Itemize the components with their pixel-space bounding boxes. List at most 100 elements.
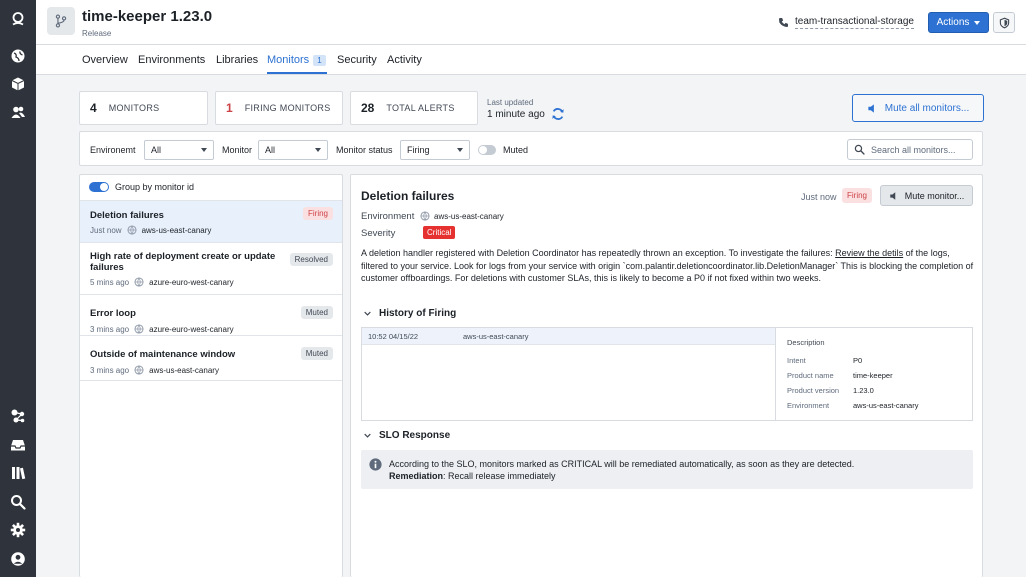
globe-icon xyxy=(134,365,144,375)
environment-select[interactable]: All xyxy=(144,140,214,160)
caret-down-icon xyxy=(201,148,207,152)
globe-icon xyxy=(134,277,144,287)
globe-icon[interactable] xyxy=(8,46,28,66)
gear-icon[interactable] xyxy=(8,520,28,540)
field-value-product-name: time-keeper xyxy=(853,371,893,380)
mute-all-label: Mute all monitors... xyxy=(884,102,970,114)
monitor-env: aws-us-east-canary xyxy=(149,365,219,375)
tab-activity[interactable]: Activity xyxy=(387,54,422,66)
monitor-meta: 3 mins ago azure-euro-west-canary xyxy=(90,324,234,334)
detail-time: Just now xyxy=(801,192,837,202)
tab-libraries[interactable]: Libraries xyxy=(216,54,258,66)
slo-header[interactable]: SLO Response xyxy=(363,430,450,441)
search-box[interactable] xyxy=(847,139,973,160)
history-table: 10:52 04/15/22 aws-us-east-canary Descri… xyxy=(361,327,973,421)
list-item[interactable]: Deletion failures Firing Just now aws-us… xyxy=(80,200,342,242)
list-item[interactable]: Outside of maintenance window Muted 3 mi… xyxy=(80,335,342,381)
mute-monitor-button[interactable]: Mute monitor... xyxy=(880,185,973,206)
refresh-icon[interactable] xyxy=(551,107,565,121)
monitor-time: 3 mins ago xyxy=(90,365,130,375)
caret-down-icon xyxy=(315,148,321,152)
stat-monitors: 4 MONITORS xyxy=(79,91,208,125)
people-icon[interactable] xyxy=(8,102,28,122)
field-value-environment: aws-us-east-canary xyxy=(853,401,919,410)
status-badge: Muted xyxy=(300,306,333,319)
history-time: 10:52 04/15/22 xyxy=(368,332,419,341)
list-item[interactable]: High rate of deployment create or update… xyxy=(80,242,342,294)
tab-bar: Overview Environments Libraries Monitors… xyxy=(36,45,1026,75)
stat-alerts-label: TOTAL ALERTS xyxy=(386,103,455,113)
tab-security[interactable]: Security xyxy=(337,54,377,66)
stat-firing-label: FIRING MONITORS xyxy=(244,103,331,113)
monitor-env: azure-euro-west-canary xyxy=(149,277,234,287)
monitor-time: 3 mins ago xyxy=(90,324,130,334)
monitor-meta: 5 mins ago azure-euro-west-canary xyxy=(90,277,234,287)
monitor-select-value: All xyxy=(265,145,276,155)
graph-icon[interactable] xyxy=(8,406,28,426)
monitor-detail: Deletion failures Just now Firing Mute m… xyxy=(350,174,983,577)
caret-down-icon xyxy=(457,148,463,152)
phone-icon xyxy=(779,18,788,27)
shield-button[interactable] xyxy=(993,12,1015,33)
globe-icon xyxy=(420,211,430,221)
muted-toggle-label: Muted xyxy=(503,145,529,155)
status-badge: Resolved xyxy=(289,253,333,266)
slo-title: SLO Response xyxy=(379,430,451,441)
environment-value-text: aws-us-east-canary xyxy=(434,211,504,221)
filter-bar: Environemt All Monitor All Monitor statu… xyxy=(79,131,983,166)
monitor-env: aws-us-east-canary xyxy=(141,225,212,235)
field-value-product-version: 1.23.0 xyxy=(853,386,874,395)
history-header[interactable]: History of Firing xyxy=(363,308,456,319)
toggle-knob xyxy=(100,183,108,191)
remediation-label: Remediation xyxy=(389,471,444,481)
tab-overview[interactable]: Overview xyxy=(82,54,128,66)
toggle-knob xyxy=(479,146,487,154)
review-details-link[interactable]: Review the detils xyxy=(835,248,903,258)
monitor-select[interactable]: All xyxy=(258,140,328,160)
globe-icon xyxy=(134,324,144,334)
page-subtitle: Release xyxy=(82,29,112,38)
status-filter-label: Monitor status xyxy=(336,145,393,155)
search-icon[interactable] xyxy=(8,492,28,512)
tab-environments[interactable]: Environments xyxy=(138,54,205,66)
left-nav-rail xyxy=(0,0,36,577)
speaker-icon xyxy=(868,103,874,113)
monitor-meta: 3 mins ago aws-us-east-canary xyxy=(90,365,219,375)
logo-icon[interactable] xyxy=(8,9,28,29)
monitor-time: Just now xyxy=(90,225,122,235)
tab-monitors[interactable]: Monitors 1 xyxy=(267,54,326,66)
library-icon[interactable] xyxy=(8,463,28,483)
user-icon[interactable] xyxy=(8,549,28,569)
last-updated-value: 1 minute ago xyxy=(487,109,545,120)
group-by-toggle[interactable] xyxy=(89,182,109,192)
team-link[interactable]: team-transactional-storage xyxy=(778,16,914,29)
stat-firing-value: 1 xyxy=(226,101,233,115)
stat-total-alerts: 28 TOTAL ALERTS xyxy=(350,91,478,125)
divider xyxy=(775,328,776,420)
search-input[interactable] xyxy=(871,144,971,155)
app-header: time-keeper 1.23.0 Release team-transact… xyxy=(36,0,1026,45)
speaker-icon xyxy=(889,191,895,200)
shield-icon xyxy=(999,17,1009,28)
stat-monitors-value: 4 xyxy=(90,101,97,115)
chevron-down-icon xyxy=(364,311,371,316)
list-item[interactable]: Error loop Muted 3 mins ago azure-euro-w… xyxy=(80,294,342,335)
cube-icon[interactable] xyxy=(8,74,28,94)
muted-toggle[interactable] xyxy=(478,145,496,155)
team-label: team-transactional-storage xyxy=(795,16,914,29)
status-select[interactable]: Firing xyxy=(400,140,470,160)
branch-icon xyxy=(47,7,75,35)
mute-all-monitors-button[interactable]: Mute all monitors... xyxy=(852,94,984,122)
status-select-value: Firing xyxy=(407,145,430,155)
tab-monitors-count: 1 xyxy=(313,54,326,66)
monitor-time: 5 mins ago xyxy=(90,277,130,287)
monitor-env: azure-euro-west-canary xyxy=(149,324,234,334)
inbox-icon[interactable] xyxy=(8,435,28,455)
table-row[interactable]: 10:52 04/15/22 aws-us-east-canary xyxy=(362,328,775,345)
actions-button[interactable]: Actions xyxy=(928,12,989,33)
caret-down-icon xyxy=(974,20,981,25)
slo-text: According to the SLO, monitors marked as… xyxy=(389,458,854,482)
mute-monitor-label: Mute monitor... xyxy=(904,190,965,201)
search-icon xyxy=(854,144,865,155)
field-value-intent: P0 xyxy=(853,356,863,365)
